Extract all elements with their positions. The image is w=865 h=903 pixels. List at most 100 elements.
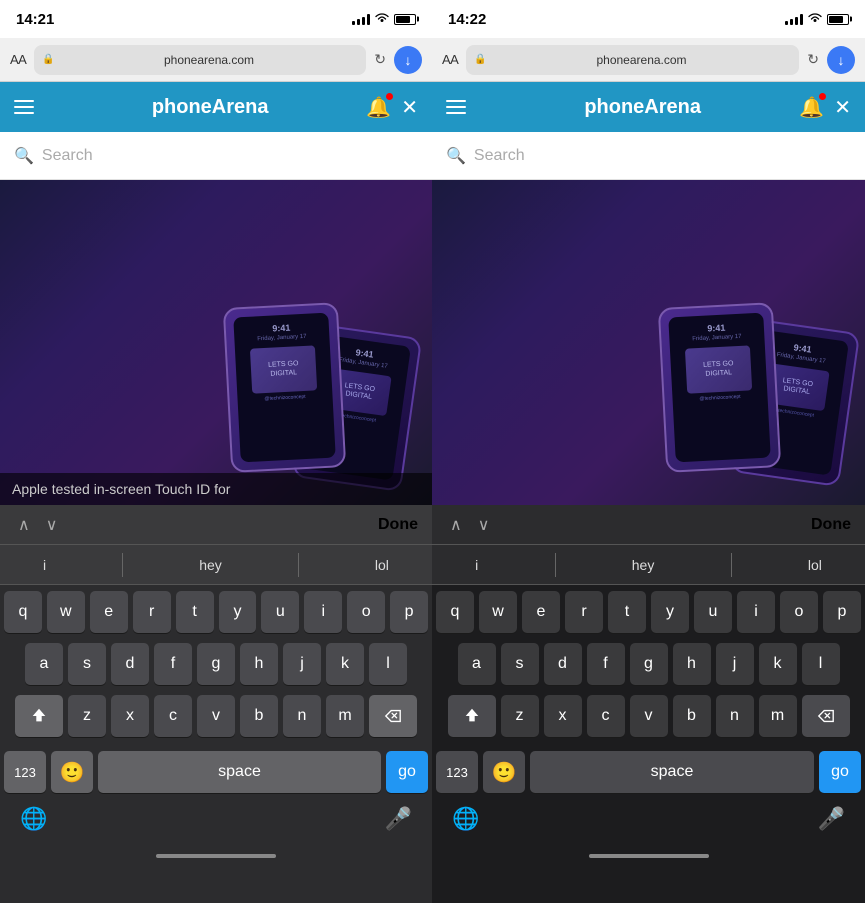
right-bell-icon[interactable]: 🔔 — [799, 95, 824, 120]
right-key-q[interactable]: q — [436, 591, 474, 633]
right-key-h[interactable]: h — [673, 643, 711, 685]
key-k[interactable]: k — [326, 643, 364, 685]
key-x[interactable]: x — [111, 695, 149, 737]
right-key-x[interactable]: x — [544, 695, 582, 737]
right-key-w[interactable]: w — [479, 591, 517, 633]
right-go-key[interactable]: go — [819, 751, 861, 793]
right-microphone-icon[interactable]: 🎤 — [818, 806, 845, 832]
right-key-c[interactable]: c — [587, 695, 625, 737]
emoji-key[interactable]: 🙂 — [51, 751, 93, 793]
right-space-key[interactable]: space — [530, 751, 814, 793]
right-key-t[interactable]: t — [608, 591, 646, 633]
key-m[interactable]: m — [326, 695, 364, 737]
left-time: 14:21 — [16, 11, 54, 28]
right-key-f[interactable]: f — [587, 643, 625, 685]
numbers-key[interactable]: 123 — [4, 751, 46, 793]
right-key-g[interactable]: g — [630, 643, 668, 685]
key-z[interactable]: z — [68, 695, 106, 737]
microphone-icon[interactable]: 🎤 — [385, 806, 412, 832]
right-key-l[interactable]: l — [802, 643, 840, 685]
space-key[interactable]: space — [98, 751, 381, 793]
key-r[interactable]: r — [133, 591, 171, 633]
right-time: 14:22 — [448, 11, 486, 28]
right-url-bar[interactable]: 🔒 phonearena.com — [466, 45, 799, 75]
autocomplete-word-1[interactable]: i — [33, 553, 56, 577]
right-find-down-button[interactable]: ∨ — [474, 515, 494, 535]
key-l[interactable]: l — [369, 643, 407, 685]
right-autocomplete-word-2[interactable]: hey — [622, 553, 665, 577]
go-key[interactable]: go — [386, 751, 428, 793]
left-search-bar[interactable]: 🔍 Search — [0, 132, 432, 180]
right-key-i[interactable]: i — [737, 591, 775, 633]
key-h[interactable]: h — [240, 643, 278, 685]
right-search-bar[interactable]: 🔍 Search — [432, 132, 865, 180]
globe-icon[interactable]: 🌐 — [20, 806, 47, 832]
key-j[interactable]: j — [283, 643, 321, 685]
right-autocomplete-word-3[interactable]: lol — [798, 553, 832, 577]
left-close-button[interactable]: ✕ — [401, 95, 418, 120]
find-up-button[interactable]: ∧ — [14, 515, 34, 535]
autocomplete-word-3[interactable]: lol — [365, 553, 399, 577]
right-done-button[interactable]: Done — [811, 516, 851, 534]
key-p[interactable]: p — [390, 591, 428, 633]
key-s[interactable]: s — [68, 643, 106, 685]
key-c[interactable]: c — [154, 695, 192, 737]
right-globe-icon[interactable]: 🌐 — [452, 806, 479, 832]
right-numbers-key[interactable]: 123 — [436, 751, 478, 793]
right-key-p[interactable]: p — [823, 591, 861, 633]
right-key-a[interactable]: a — [458, 643, 496, 685]
right-key-v[interactable]: v — [630, 695, 668, 737]
right-emoji-key[interactable]: 🙂 — [483, 751, 525, 793]
right-key-j[interactable]: j — [716, 643, 754, 685]
find-down-button[interactable]: ∨ — [42, 515, 62, 535]
backspace-key[interactable] — [369, 695, 417, 737]
right-divider-1 — [555, 553, 556, 577]
bell-icon[interactable]: 🔔 — [366, 95, 391, 120]
key-u[interactable]: u — [261, 591, 299, 633]
key-q[interactable]: q — [4, 591, 42, 633]
right-download-button[interactable]: ↓ — [827, 46, 855, 74]
left-refresh-icon[interactable]: ↻ — [374, 51, 386, 68]
right-key-u[interactable]: u — [694, 591, 732, 633]
right-key-m[interactable]: m — [759, 695, 797, 737]
key-v[interactable]: v — [197, 695, 235, 737]
key-a[interactable]: a — [25, 643, 63, 685]
key-d[interactable]: d — [111, 643, 149, 685]
right-close-button[interactable]: ✕ — [834, 95, 851, 120]
key-o[interactable]: o — [347, 591, 385, 633]
right-key-s[interactable]: s — [501, 643, 539, 685]
key-i[interactable]: i — [304, 591, 342, 633]
right-key-z[interactable]: z — [501, 695, 539, 737]
key-n[interactable]: n — [283, 695, 321, 737]
right-key-o[interactable]: o — [780, 591, 818, 633]
right-key-b[interactable]: b — [673, 695, 711, 737]
right-key-k[interactable]: k — [759, 643, 797, 685]
key-e[interactable]: e — [90, 591, 128, 633]
right-key-r[interactable]: r — [565, 591, 603, 633]
key-w[interactable]: w — [47, 591, 85, 633]
key-y[interactable]: y — [219, 591, 257, 633]
key-g[interactable]: g — [197, 643, 235, 685]
right-refresh-icon[interactable]: ↻ — [807, 51, 819, 68]
key-t[interactable]: t — [176, 591, 214, 633]
shift-key[interactable] — [15, 695, 63, 737]
right-key-e[interactable]: e — [522, 591, 560, 633]
right-aa-button[interactable]: AA — [442, 52, 458, 67]
right-find-up-button[interactable]: ∧ — [446, 515, 466, 535]
key-b[interactable]: b — [240, 695, 278, 737]
right-key-n[interactable]: n — [716, 695, 754, 737]
left-done-button[interactable]: Done — [378, 516, 418, 534]
search-icon: 🔍 — [14, 146, 34, 166]
hamburger-menu[interactable] — [14, 100, 34, 114]
right-hamburger-menu[interactable] — [446, 100, 466, 114]
autocomplete-word-2[interactable]: hey — [189, 553, 232, 577]
left-url-bar[interactable]: 🔒 phonearena.com — [34, 45, 366, 75]
right-key-y[interactable]: y — [651, 591, 689, 633]
right-shift-key[interactable] — [448, 695, 496, 737]
key-f[interactable]: f — [154, 643, 192, 685]
right-backspace-key[interactable] — [802, 695, 850, 737]
left-download-button[interactable]: ↓ — [394, 46, 422, 74]
right-autocomplete-word-1[interactable]: i — [465, 553, 488, 577]
left-aa-button[interactable]: AA — [10, 52, 26, 67]
right-key-d[interactable]: d — [544, 643, 582, 685]
